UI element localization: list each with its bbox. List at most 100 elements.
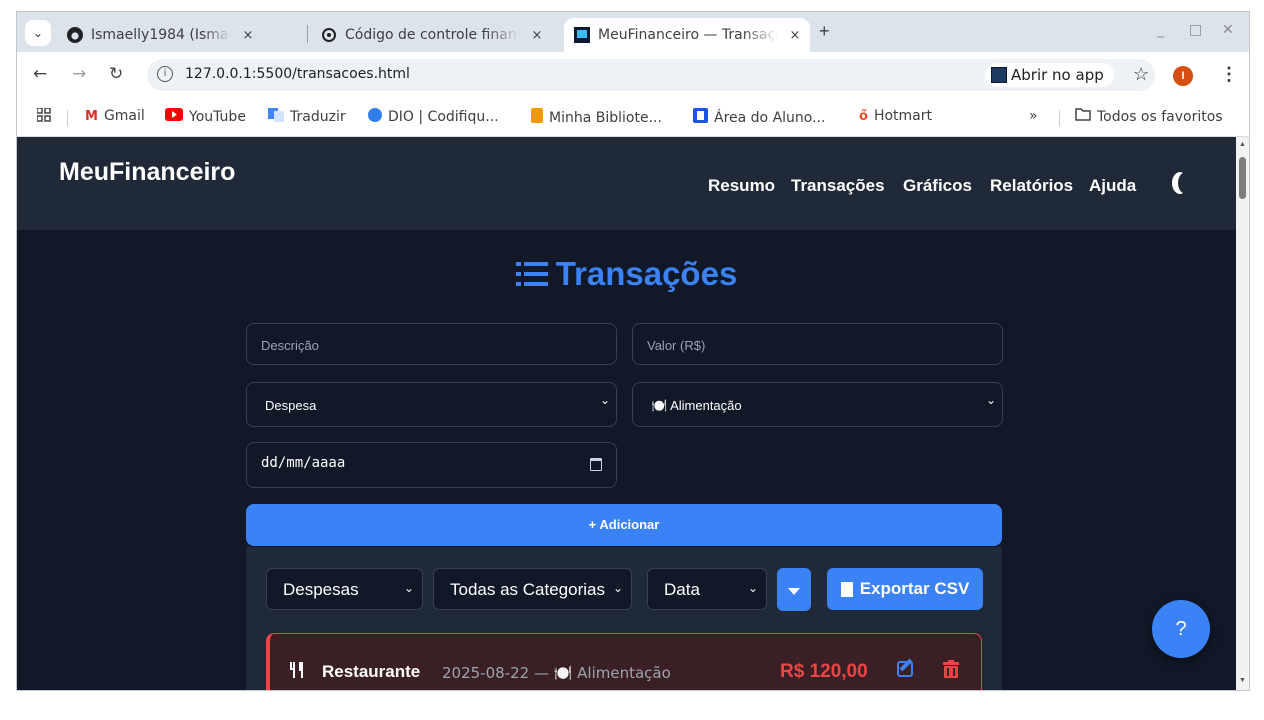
- browser-toolbar: ← → ↻ i 127.0.0.1:5500/transacoes.html A…: [17, 52, 1249, 98]
- address-bar[interactable]: i 127.0.0.1:5500/transacoes.html Abrir n…: [147, 59, 1155, 91]
- apps-grid-icon[interactable]: [37, 108, 51, 122]
- page-title: Transações: [17, 255, 1236, 295]
- bookmark-label: Gmail: [103, 108, 145, 124]
- close-icon[interactable]: ×: [528, 28, 546, 43]
- help-button[interactable]: ?: [1152, 600, 1210, 658]
- bookmarks-bar: M Gmail YouTube Traduzir DIO | Codifiqu..…: [17, 98, 1249, 137]
- description-input[interactable]: Descrição: [246, 323, 617, 365]
- all-bookmarks-button[interactable]: Todos os favoritos: [1075, 108, 1223, 125]
- transactions-panel: Despesas ⌄ Todas as Categorias ⌄ Data ⌄ …: [246, 547, 1002, 690]
- github-icon: [67, 27, 83, 43]
- transaction-meta: 2025-08-22 — 🍽️ Alimentação: [442, 664, 671, 682]
- sort-select[interactable]: Data ⌄: [647, 568, 767, 610]
- hotmart-icon: ő: [859, 108, 868, 124]
- filter-category-value: Todas as Categorias: [450, 580, 605, 599]
- bookmark-youtube[interactable]: YouTube: [165, 108, 246, 125]
- open-in-app-label: Abrir no app: [1011, 66, 1104, 84]
- new-tab-button[interactable]: +: [819, 21, 830, 42]
- caret-down-icon: [788, 588, 800, 595]
- bookmark-translate[interactable]: Traduzir: [268, 108, 346, 126]
- bookmark-label: Hotmart: [873, 108, 932, 124]
- back-icon[interactable]: ←: [33, 64, 47, 84]
- bookmarks-overflow-button[interactable]: »: [1029, 108, 1038, 124]
- value-placeholder: Valor (R$): [647, 338, 706, 353]
- description-placeholder: Descrição: [261, 338, 319, 353]
- browser-menu-icon[interactable]: ⋮: [1220, 64, 1238, 85]
- tab-title: Código de controle financeiro: [345, 27, 520, 43]
- edit-icon[interactable]: [897, 661, 913, 677]
- bookmark-star-icon[interactable]: ☆: [1133, 64, 1149, 85]
- calendar-icon[interactable]: [590, 458, 602, 471]
- gmail-icon: M: [85, 108, 98, 124]
- brand-logo[interactable]: MeuFinanceiro: [59, 158, 235, 187]
- app-icon: [991, 67, 1007, 83]
- utensils-icon: [290, 662, 304, 683]
- value-input[interactable]: Valor (R$): [632, 323, 1003, 365]
- app-navbar: MeuFinanceiro Resumo Transações Gráficos…: [17, 137, 1236, 230]
- bookmark-label: Traduzir: [290, 109, 346, 125]
- add-transaction-button[interactable]: + Adicionar: [246, 504, 1002, 546]
- trash-icon[interactable]: [943, 660, 959, 678]
- forward-icon[interactable]: →: [72, 64, 86, 84]
- date-input[interactable]: dd/mm/aaaa: [246, 442, 617, 488]
- page-title-text: Transações: [555, 255, 738, 292]
- profile-avatar[interactable]: I: [1173, 66, 1193, 86]
- scroll-down-icon[interactable]: ▼: [1239, 677, 1246, 684]
- nav-graficos[interactable]: Gráficos: [903, 176, 972, 196]
- close-icon[interactable]: ×: [239, 28, 257, 43]
- bookmark-label: Área do Aluno...: [714, 109, 826, 126]
- bookmarks-divider: [1059, 110, 1060, 126]
- scroll-thumb[interactable]: [1239, 157, 1246, 199]
- student-icon: [693, 108, 708, 127]
- reload-icon[interactable]: ↻: [109, 64, 123, 84]
- filter-type-select[interactable]: Despesas ⌄: [266, 568, 423, 610]
- page-scrollbar[interactable]: ▲ ▼: [1236, 137, 1249, 690]
- all-bookmarks-label: Todos os favoritos: [1097, 108, 1223, 125]
- chevron-down-icon: ⌄: [32, 26, 44, 40]
- category-select[interactable]: 🍽️ Alimentação ⌄: [632, 382, 1003, 427]
- bookmark-label: Minha Bibliote...: [549, 109, 662, 126]
- page-viewport: MeuFinanceiro Resumo Transações Gráficos…: [17, 137, 1236, 690]
- export-csv-label: Exportar CSV: [859, 579, 970, 598]
- library-icon: [531, 108, 543, 127]
- open-in-app-button[interactable]: Abrir no app: [985, 63, 1114, 87]
- nav-transacoes[interactable]: Transações: [791, 176, 885, 196]
- filter-type-value: Despesas: [283, 580, 359, 599]
- tab-github[interactable]: Ismaelly1984 (Ismael Nunes ×: [61, 18, 299, 52]
- tab-search-button[interactable]: ⌄: [25, 20, 51, 46]
- tab-divider: [307, 25, 308, 43]
- close-window-icon[interactable]: ✕: [1222, 22, 1234, 38]
- minimize-icon[interactable]: _: [1157, 22, 1164, 38]
- folder-icon: [1075, 108, 1091, 125]
- app-icon: [574, 27, 590, 43]
- filter-category-select[interactable]: Todas as Categorias ⌄: [433, 568, 632, 610]
- maximize-icon[interactable]: □: [1189, 22, 1202, 38]
- bookmark-gmail[interactable]: M Gmail: [85, 108, 145, 124]
- close-icon[interactable]: ×: [786, 28, 804, 43]
- nav-relatorios[interactable]: Relatórios: [990, 176, 1073, 196]
- export-csv-button[interactable]: Exportar CSV: [827, 568, 983, 610]
- bookmark-hotmart[interactable]: ő Hotmart: [859, 108, 932, 124]
- bookmark-student[interactable]: Área do Aluno...: [693, 108, 825, 127]
- bookmark-dio[interactable]: DIO | Codifiqu...: [368, 108, 499, 126]
- list-icon: [515, 257, 548, 295]
- sort-direction-button[interactable]: [777, 568, 811, 611]
- bookmark-library[interactable]: Minha Bibliote...: [531, 108, 662, 127]
- chevron-down-icon: ⌄: [747, 581, 758, 595]
- tab-chatgpt[interactable]: Código de controle financeiro ×: [313, 18, 565, 52]
- moon-icon[interactable]: [1178, 172, 1194, 194]
- url-text[interactable]: 127.0.0.1:5500/transacoes.html: [185, 66, 410, 82]
- scroll-up-icon[interactable]: ▲: [1239, 141, 1246, 148]
- nav-resumo[interactable]: Resumo: [708, 176, 775, 196]
- chevron-down-icon: ⌄: [599, 393, 610, 407]
- transaction-name: Restaurante: [322, 662, 421, 681]
- type-select[interactable]: Despesa ⌄: [246, 382, 617, 427]
- date-placeholder: dd/mm/aaaa: [261, 455, 346, 471]
- browser-window: ⌄ Ismaelly1984 (Ismael Nunes × Código de…: [16, 11, 1250, 691]
- nav-ajuda[interactable]: Ajuda: [1089, 176, 1136, 196]
- tab-meufinanceiro[interactable]: MeuFinanceiro — Transações ×: [564, 18, 810, 52]
- chevron-down-icon: ⌄: [403, 581, 414, 595]
- category-selected-value: 🍽️ Alimentação: [651, 398, 742, 413]
- site-info-icon[interactable]: i: [157, 66, 173, 82]
- csv-file-icon: [840, 581, 853, 597]
